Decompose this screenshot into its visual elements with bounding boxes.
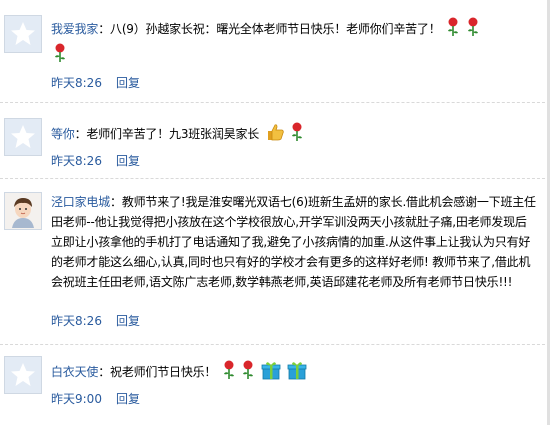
avatar[interactable] xyxy=(4,356,42,394)
divider xyxy=(0,102,550,103)
comment-text: 祝老师们节日快乐！ xyxy=(110,365,217,379)
user-avatar-icon xyxy=(12,198,34,228)
comment-content: 我爱我家：八(9）孙越家长祝：曙光全体老师节日快乐！老师你们辛苦了！ xyxy=(51,17,537,69)
comment-user-link[interactable]: 白衣天使 xyxy=(51,365,98,379)
default-avatar-star-icon xyxy=(11,22,35,45)
separator: ： xyxy=(74,127,87,141)
rose-icon xyxy=(446,17,460,43)
comment-meta: 昨天8:26 回复 xyxy=(51,152,140,169)
comment-text: 教师节来了!我是淮安曙光双语七(6)班新生孟妍的家长.借此机会感谢一下班主任田老… xyxy=(51,195,536,289)
comment-item: 我爱我家：八(9）孙越家长祝：曙光全体老师节日快乐！老师你们辛苦了！ 昨天8:2… xyxy=(0,10,550,90)
comment-time: 昨天8:26 xyxy=(51,314,102,328)
avatar[interactable] xyxy=(4,192,42,230)
rose-icon xyxy=(466,17,480,43)
comment-user-link[interactable]: 泾口家电城 xyxy=(51,195,110,209)
rose-icon xyxy=(222,360,236,386)
reply-link[interactable]: 回复 xyxy=(116,314,140,328)
separator: ： xyxy=(98,365,111,379)
comment-user-link[interactable]: 我爱我家 xyxy=(51,22,98,36)
gift-icon xyxy=(261,360,281,386)
comment-meta: 昨天9:00 回复 xyxy=(51,390,140,407)
separator: ： xyxy=(110,195,122,209)
comment-content: 白衣天使：祝老师们节日快乐！ xyxy=(51,360,537,386)
rose-icon xyxy=(241,360,255,386)
comment-user-link[interactable]: 等你 xyxy=(51,127,75,141)
separator: ： xyxy=(98,22,111,36)
comment-meta: 昨天8:26 回复 xyxy=(51,74,140,91)
avatar[interactable] xyxy=(4,118,42,156)
reply-link[interactable]: 回复 xyxy=(116,76,140,90)
comment-item: 等你：老师们辛苦了！九3班张润昊家长 昨天8:26 回复 xyxy=(0,114,550,174)
divider xyxy=(0,344,550,345)
reply-link[interactable]: 回复 xyxy=(116,392,140,406)
comment-content: 等你：老师们辛苦了！九3班张润昊家长 xyxy=(51,122,537,148)
comment-content: 泾口家电城：教师节来了!我是淮安曙光双语七(6)班新生孟妍的家长.借此机会感谢一… xyxy=(51,192,537,292)
avatar[interactable] xyxy=(4,15,42,53)
gift-icon xyxy=(287,360,307,386)
rose-icon xyxy=(53,43,67,69)
comment-time: 昨天9:00 xyxy=(51,392,102,406)
comment-time: 昨天8:26 xyxy=(51,154,102,168)
comment-text: 老师们辛苦了！九3班张润昊家长 xyxy=(86,127,260,141)
reply-link[interactable]: 回复 xyxy=(116,154,140,168)
default-avatar-star-icon xyxy=(11,125,35,148)
thumbs-up-icon xyxy=(265,122,285,148)
comment-item: 白衣天使：祝老师们节日快乐！ 昨天9:00 回复 xyxy=(0,352,550,412)
rose-icon xyxy=(290,122,304,148)
comment-item: 泾口家电城：教师节来了!我是淮安曙光双语七(6)班新生孟妍的家长.借此机会感谢一… xyxy=(0,186,550,336)
comment-time: 昨天8:26 xyxy=(51,76,102,90)
divider xyxy=(0,178,550,179)
comment-meta: 昨天8:26 回复 xyxy=(51,312,140,329)
default-avatar-star-icon xyxy=(11,363,35,386)
comment-text: 八(9）孙越家长祝：曙光全体老师节日快乐！老师你们辛苦了！ xyxy=(110,22,441,36)
